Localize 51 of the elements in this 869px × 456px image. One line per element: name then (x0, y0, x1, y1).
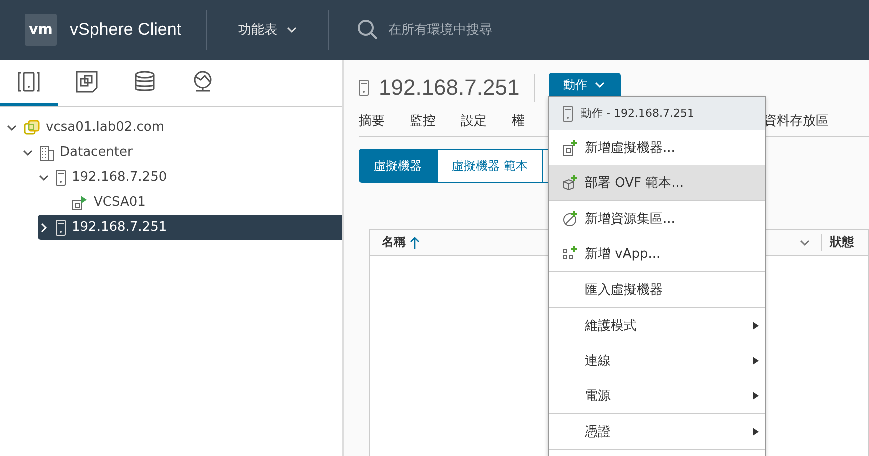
add-vm-icon (563, 140, 579, 156)
object-title: 192.168.7.251 (379, 75, 520, 101)
menu-item[interactable]: 部署 OVF 範本... (549, 165, 765, 200)
tree-item[interactable]: Datacenter (22, 140, 342, 165)
add-vapp-icon (563, 246, 579, 262)
tab[interactable]: 監控 (410, 108, 436, 136)
hosts-icon[interactable] (18, 71, 40, 93)
tree-item[interactable]: VCSA01 (54, 190, 342, 215)
tree-label: 192.168.7.250 (72, 170, 168, 185)
menu-item[interactable]: 維護模式 (549, 308, 765, 343)
vm-icon (72, 194, 88, 210)
tree-item[interactable]: vcsa01.lab02.com (6, 115, 342, 140)
host-icon (563, 106, 573, 122)
menu-item[interactable]: 新增虛擬機器... (549, 130, 765, 165)
menu-item[interactable]: 匯入虛擬機器 (549, 272, 765, 307)
menu-item[interactable]: 新增 vApp... (549, 236, 765, 271)
menu-item[interactable]: 電源 (549, 378, 765, 413)
tab[interactable]: 設定 (461, 108, 487, 136)
menu-button[interactable]: 功能表 (232, 20, 304, 40)
menu-item[interactable]: 連線 (549, 343, 765, 378)
tab[interactable]: 摘要 (359, 108, 385, 136)
menu-item[interactable]: 新增資源集區... (549, 201, 765, 236)
search-icon (356, 19, 379, 41)
tree-item[interactable]: 192.168.7.250 (38, 165, 342, 190)
tree-label: Datacenter (60, 145, 133, 160)
app-title: vSphere Client (70, 20, 182, 40)
vms-icon[interactable] (76, 71, 98, 93)
sub-tab[interactable]: 虛擬機器 (359, 149, 437, 183)
tree-label: VCSA01 (94, 195, 146, 210)
host-icon (56, 170, 66, 186)
logo: vm (25, 14, 57, 46)
sub-tab[interactable]: 虛擬機器 範本 (437, 149, 543, 183)
search-field[interactable]: 在所有環境中搜尋 (386, 22, 591, 38)
actions-button[interactable]: 動作 (548, 73, 621, 97)
building-icon (40, 144, 54, 160)
tree-item[interactable]: 192.168.7.251 (38, 215, 342, 240)
add-pool-icon (563, 210, 579, 226)
sort-up-icon[interactable] (410, 236, 420, 248)
host-icon (56, 220, 66, 236)
tree-label: vcsa01.lab02.com (46, 120, 165, 135)
add-box-icon (563, 174, 579, 190)
tab[interactable]: 權 (512, 108, 525, 136)
vcenter-icon (24, 120, 40, 136)
column-header[interactable]: 名稱 (382, 234, 406, 251)
menu-title: 動作 - 192.168.7.251 (581, 106, 694, 121)
tree-label: 192.168.7.251 (72, 220, 168, 235)
menu-item[interactable]: 憑證 (549, 414, 765, 449)
database-icon[interactable] (135, 71, 155, 93)
host-icon (359, 80, 369, 96)
globe-icon[interactable] (192, 71, 214, 93)
column-header[interactable]: 狀態 (821, 234, 868, 251)
